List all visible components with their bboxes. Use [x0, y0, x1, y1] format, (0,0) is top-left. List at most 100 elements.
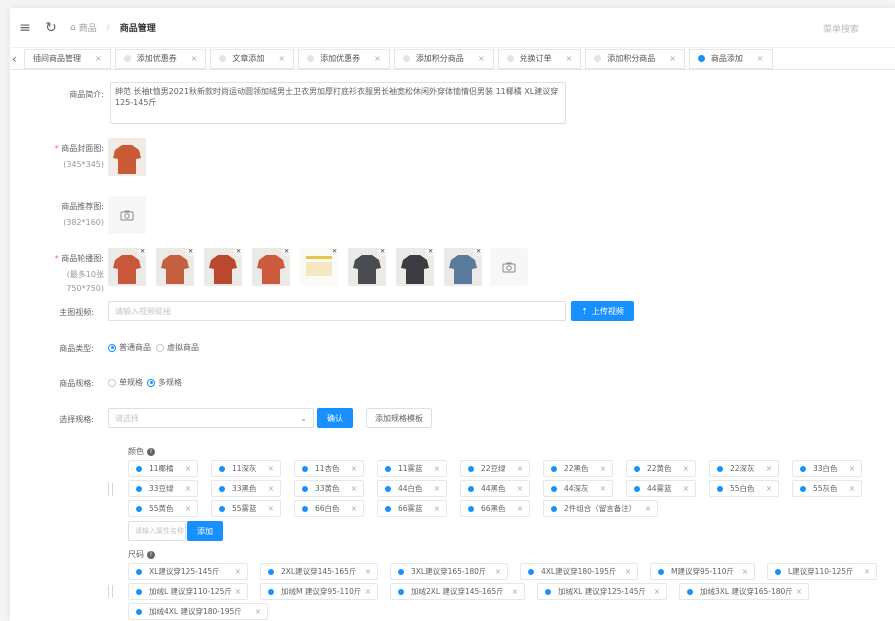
close-icon[interactable]: ×: [278, 54, 285, 63]
color-value-chip[interactable]: 44雾蓝 ×: [626, 480, 696, 497]
close-icon[interactable]: ×: [365, 587, 371, 596]
close-icon[interactable]: ×: [434, 464, 440, 473]
size-value-chip[interactable]: 加绒2XL 建议穿145-165斤 ×: [390, 583, 525, 600]
color-value-chip[interactable]: 22黄色 ×: [626, 460, 696, 477]
upload-video-button[interactable]: ⇡ 上传视频: [571, 301, 634, 321]
remove-image-icon[interactable]: ×: [186, 248, 194, 256]
close-icon[interactable]: ×: [268, 504, 274, 513]
type-radio-normal[interactable]: 普通商品: [108, 342, 151, 353]
close-icon[interactable]: ×: [351, 464, 357, 473]
remove-image-icon[interactable]: ×: [474, 248, 482, 256]
tab-4[interactable]: 添加积分商品 ×: [393, 48, 494, 69]
spec-select[interactable]: 请选择 ⌄: [108, 408, 314, 428]
breadcrumb-root[interactable]: 商品: [79, 21, 97, 34]
remove-image-icon[interactable]: ×: [234, 248, 242, 256]
color-value-chip[interactable]: 55白色 ×: [709, 480, 779, 497]
color-value-chip[interactable]: 44黑色 ×: [460, 480, 530, 497]
color-value-chip[interactable]: 55灰色 ×: [792, 480, 862, 497]
size-value-chip[interactable]: 加绒M 建议穿95-110斤 ×: [260, 583, 378, 600]
carousel-image-6[interactable]: ×: [396, 248, 434, 286]
tab-7[interactable]: 商品添加 ×: [688, 48, 773, 69]
remove-image-icon[interactable]: ×: [138, 248, 146, 256]
color-value-chip[interactable]: 66白色 ×: [294, 500, 364, 517]
close-icon[interactable]: ×: [517, 504, 523, 513]
color-value-chip[interactable]: 11杏色 ×: [294, 460, 364, 477]
carousel-image-0[interactable]: ×: [108, 248, 146, 286]
add-template-button[interactable]: 添加规格模板: [366, 408, 432, 428]
drag-handle[interactable]: [108, 585, 113, 598]
size-value-chip[interactable]: 4XL建议穿180-195斤 ×: [520, 563, 638, 580]
close-icon[interactable]: ×: [185, 484, 191, 493]
close-icon[interactable]: ×: [625, 567, 631, 576]
close-icon[interactable]: ×: [95, 54, 102, 63]
close-icon[interactable]: ×: [600, 464, 606, 473]
close-icon[interactable]: ×: [766, 484, 772, 493]
color-value-chip[interactable]: 22黑色 ×: [543, 460, 613, 477]
attr-value-input[interactable]: 请输入属性名称: [128, 521, 186, 541]
video-url-input[interactable]: 请输入视频链接: [108, 301, 566, 321]
carousel-uploader[interactable]: [490, 248, 528, 286]
tab-1[interactable]: 添加优惠券 ×: [114, 48, 207, 69]
color-value-chip[interactable]: 44白色 ×: [377, 480, 447, 497]
close-icon[interactable]: ×: [478, 54, 485, 63]
close-icon[interactable]: ×: [512, 587, 518, 596]
recommend-uploader[interactable]: [108, 196, 146, 234]
close-icon[interactable]: ×: [365, 567, 371, 576]
close-icon[interactable]: ×: [766, 464, 772, 473]
color-value-chip[interactable]: 11雾蓝 ×: [377, 460, 447, 477]
remove-image-icon[interactable]: ×: [426, 248, 434, 256]
close-icon[interactable]: ×: [669, 54, 676, 63]
close-icon[interactable]: ×: [374, 54, 381, 63]
size-value-chip[interactable]: M建议穿95-110斤 ×: [650, 563, 755, 580]
remove-image-icon[interactable]: ×: [330, 248, 338, 256]
refresh-icon[interactable]: ↻: [44, 20, 58, 36]
close-icon[interactable]: ×: [235, 587, 241, 596]
tab-0[interactable]: 插间商品管理 ×: [24, 48, 111, 69]
carousel-image-5[interactable]: ×: [348, 248, 386, 286]
size-value-chip[interactable]: 加绒3XL 建议穿165-180斤 ×: [679, 583, 809, 600]
chevron-left-icon[interactable]: ‹: [12, 52, 24, 66]
close-icon[interactable]: ×: [742, 567, 748, 576]
color-value-chip[interactable]: 11椰橘 ×: [128, 460, 198, 477]
color-value-chip[interactable]: 33黄色 ×: [294, 480, 364, 497]
close-icon[interactable]: ×: [351, 484, 357, 493]
tab-3[interactable]: 添加优惠券 ×: [298, 48, 390, 69]
close-icon[interactable]: ×: [434, 504, 440, 513]
size-value-chip[interactable]: 加绒4XL 建议穿180-195斤 ×: [128, 603, 268, 620]
size-value-chip[interactable]: 3XL建议穿165-180斤 ×: [390, 563, 508, 580]
carousel-image-2[interactable]: ×: [204, 248, 242, 286]
type-radio-virtual[interactable]: 虚拟商品: [156, 342, 199, 353]
close-icon[interactable]: ×: [191, 54, 198, 63]
close-icon[interactable]: ×: [434, 484, 440, 493]
drag-handle[interactable]: [108, 483, 113, 496]
close-icon[interactable]: ×: [864, 567, 870, 576]
close-icon[interactable]: ×: [654, 587, 660, 596]
color-value-chip[interactable]: 44深灰 ×: [543, 480, 613, 497]
spec-radio-multi[interactable]: 多规格: [147, 377, 182, 388]
close-icon[interactable]: ×: [683, 464, 689, 473]
color-value-chip[interactable]: 22豆绿 ×: [460, 460, 530, 477]
color-value-chip[interactable]: 22深灰 ×: [709, 460, 779, 477]
remove-image-icon[interactable]: ×: [378, 248, 386, 256]
color-value-chip[interactable]: 66黑色 ×: [460, 500, 530, 517]
tab-5[interactable]: 兑换订单 ×: [497, 48, 582, 69]
close-icon[interactable]: ×: [683, 484, 689, 493]
color-value-chip[interactable]: 55黄色 ×: [128, 500, 198, 517]
close-icon[interactable]: ×: [600, 484, 606, 493]
size-value-chip[interactable]: L建议穿110-125斤 ×: [767, 563, 877, 580]
tab-2[interactable]: 文章添加 ×: [210, 48, 295, 69]
color-value-chip[interactable]: 33白色 ×: [792, 460, 862, 477]
close-icon[interactable]: ×: [268, 484, 274, 493]
close-icon[interactable]: ×: [185, 504, 191, 513]
close-icon[interactable]: ×: [495, 567, 501, 576]
close-icon[interactable]: ×: [268, 464, 274, 473]
close-icon[interactable]: ×: [645, 504, 651, 513]
close-icon[interactable]: ×: [849, 484, 855, 493]
hamburger-icon[interactable]: ≡: [18, 20, 32, 36]
close-icon[interactable]: ×: [235, 567, 241, 576]
menu-search[interactable]: 菜单搜索: [823, 22, 859, 35]
add-attr-value-button[interactable]: 添加: [187, 521, 223, 541]
confirm-button[interactable]: 确认: [317, 408, 353, 428]
close-icon[interactable]: ×: [351, 504, 357, 513]
remove-image-icon[interactable]: ×: [282, 248, 290, 256]
